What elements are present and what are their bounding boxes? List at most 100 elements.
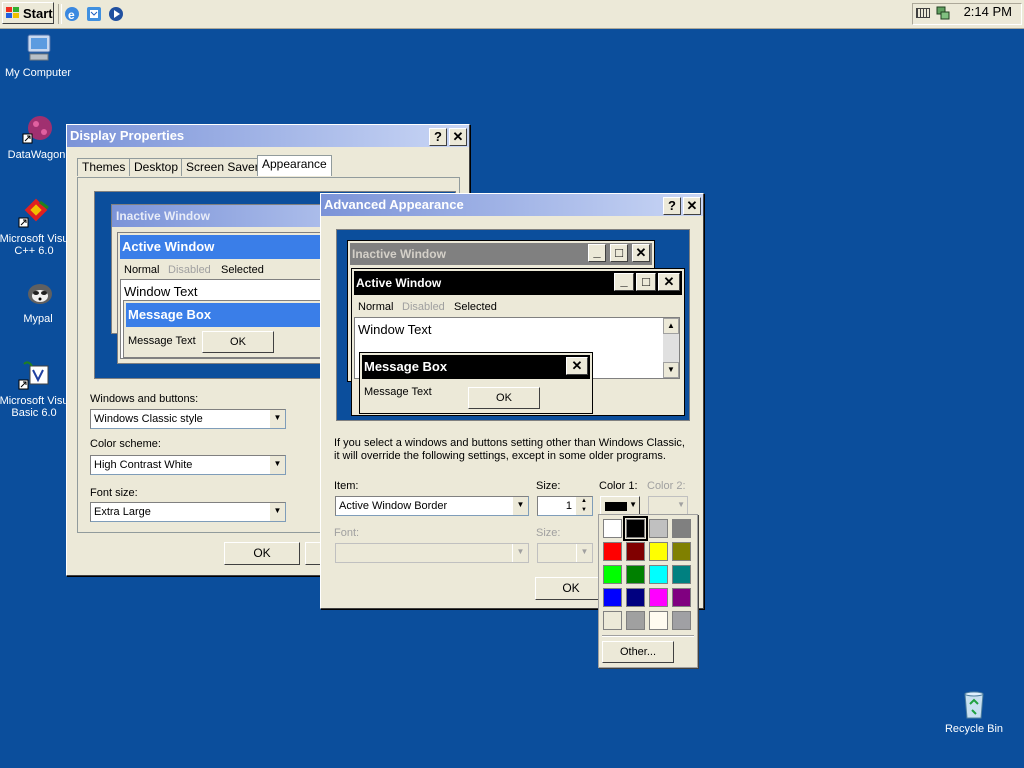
- spin-up-icon[interactable]: ▲: [576, 497, 592, 506]
- color-swatch[interactable]: [672, 611, 691, 630]
- font-size-label: Font size:: [90, 487, 138, 499]
- network-icon[interactable]: [936, 5, 950, 21]
- desktop-icon-vc6[interactable]: Microsoft Visu C++ 6.0: [0, 198, 72, 257]
- close-button[interactable]: ✕: [683, 197, 701, 215]
- size-spinner[interactable]: 1 ▲ ▼: [537, 496, 593, 516]
- color-swatch[interactable]: [649, 565, 668, 584]
- tab-appearance[interactable]: Appearance: [257, 155, 332, 176]
- item-label: Item:: [334, 480, 359, 492]
- color-swatch[interactable]: [626, 588, 645, 607]
- tab-desktop[interactable]: Desktop: [129, 158, 184, 176]
- start-label: Start: [23, 6, 53, 21]
- color1-swatch: [605, 502, 627, 511]
- chevron-down-icon: ▼: [677, 500, 685, 509]
- visual-basic-icon: [18, 360, 50, 392]
- maximize-icon: □: [610, 244, 628, 262]
- maximize-icon: □: [636, 273, 656, 291]
- color-swatch[interactable]: [603, 542, 622, 561]
- color-swatch[interactable]: [672, 565, 691, 584]
- color-swatch[interactable]: [626, 611, 645, 630]
- advanced-appearance-titlebar[interactable]: Advanced Appearance ? ✕: [321, 194, 703, 216]
- windows-buttons-value: Windows Classic style: [94, 413, 203, 425]
- color-swatch[interactable]: [603, 565, 622, 584]
- color-swatch[interactable]: [649, 588, 668, 607]
- preview-message-text: Message Text: [128, 335, 196, 347]
- color-swatch[interactable]: [672, 588, 691, 607]
- windows-media-player-icon[interactable]: [108, 6, 124, 22]
- separator: [602, 635, 694, 637]
- color2-button: ▼: [648, 496, 688, 516]
- desktop-icon-vb6[interactable]: Microsoft Visu Basic 6.0: [0, 360, 72, 419]
- preview-menu-normal: Normal: [358, 301, 394, 313]
- color-scheme-dropdown[interactable]: High Contrast White ▼: [90, 455, 286, 475]
- color-swatch[interactable]: [626, 542, 645, 561]
- preview-ok-button: OK: [468, 387, 540, 409]
- internet-explorer-icon[interactable]: e: [64, 6, 80, 22]
- window-title: Advanced Appearance: [324, 197, 464, 212]
- color-swatch[interactable]: [672, 519, 691, 538]
- preview-window-text: Window Text: [358, 322, 432, 337]
- other-color-button[interactable]: Other...: [602, 641, 674, 663]
- close-button[interactable]: ✕: [449, 128, 467, 146]
- chevron-down-icon[interactable]: ▼: [269, 503, 285, 521]
- color-swatch[interactable]: [603, 611, 622, 630]
- preview-message-text: Message Text: [364, 386, 432, 398]
- tab-themes[interactable]: Themes: [77, 158, 131, 176]
- advanced-preview: Inactive Window _ □ ✕ Active Window _ □ …: [336, 229, 690, 421]
- info-text-line1: If you select a windows and buttons sett…: [334, 437, 685, 449]
- visual-cpp-icon: [18, 198, 50, 230]
- preview-menu-selected: Selected: [454, 301, 497, 313]
- tab-screen-saver[interactable]: Screen Saver: [181, 158, 264, 176]
- scroll-down-icon: ▼: [663, 362, 679, 378]
- font-size-dropdown[interactable]: Extra Large ▼: [90, 502, 286, 522]
- preview-ok-button: OK: [202, 331, 274, 353]
- recycle-bin-icon: [958, 688, 990, 720]
- scroll-up-icon: ▲: [663, 318, 679, 334]
- preview-message-box-title: Message Box ✕: [362, 355, 590, 379]
- chevron-down-icon: ▼: [576, 544, 592, 562]
- chevron-down-icon[interactable]: ▼: [512, 497, 528, 515]
- color1-button[interactable]: ▼: [600, 496, 640, 516]
- font-label: Font:: [334, 527, 360, 539]
- mypal-icon: [22, 278, 54, 310]
- color-swatch[interactable]: [649, 519, 668, 538]
- help-button[interactable]: ?: [429, 128, 447, 146]
- item-dropdown[interactable]: Active Window Border ▼: [335, 496, 529, 516]
- color-swatch[interactable]: [626, 565, 645, 584]
- ok-button[interactable]: OK: [535, 577, 607, 600]
- window-title: Display Properties: [70, 128, 185, 143]
- windows-buttons-label: Windows and buttons:: [90, 393, 199, 405]
- color-swatch[interactable]: [672, 542, 691, 561]
- desktop-icon-recycle-bin[interactable]: Recycle Bin: [932, 688, 1016, 735]
- ok-button[interactable]: OK: [224, 542, 300, 565]
- keyboard-icon[interactable]: [916, 8, 930, 18]
- color-swatch[interactable]: [603, 519, 622, 538]
- close-icon: ✕: [632, 244, 650, 262]
- color-swatch[interactable]: [649, 542, 668, 561]
- color-swatch[interactable]: [623, 516, 648, 541]
- windows-buttons-dropdown[interactable]: Windows Classic style ▼: [90, 409, 286, 429]
- help-button[interactable]: ?: [663, 197, 681, 215]
- chevron-down-icon: ▼: [512, 544, 528, 562]
- chevron-down-icon[interactable]: ▼: [269, 456, 285, 474]
- desktop-icon-my-computer[interactable]: My Computer: [0, 32, 80, 79]
- quick-launch-separator: [58, 4, 62, 24]
- color-swatch[interactable]: [603, 588, 622, 607]
- minimize-icon: _: [614, 273, 634, 291]
- preview-menu-normal: Normal: [124, 264, 160, 276]
- color-swatch[interactable]: [649, 611, 668, 630]
- desktop-icon-label: My Computer: [4, 67, 72, 79]
- tab-strip: Themes Desktop Screen Saver Appearance: [77, 155, 457, 178]
- clock[interactable]: 2:14 PM: [964, 4, 1012, 19]
- desktop-icon-label: Recycle Bin: [944, 723, 1004, 735]
- spin-down-icon[interactable]: ▼: [576, 506, 592, 515]
- chevron-down-icon[interactable]: ▼: [269, 410, 285, 428]
- font-size-value: Extra Large: [94, 506, 151, 518]
- outlook-express-icon[interactable]: [86, 6, 102, 22]
- display-properties-titlebar[interactable]: Display Properties ? ✕: [67, 125, 469, 147]
- svg-text:e: e: [68, 8, 75, 22]
- preview-message-box: Message Box ✕ Message Text OK: [359, 352, 593, 414]
- color1-label: Color 1:: [599, 480, 638, 492]
- close-icon: ✕: [658, 273, 680, 291]
- start-button[interactable]: Start: [2, 2, 54, 24]
